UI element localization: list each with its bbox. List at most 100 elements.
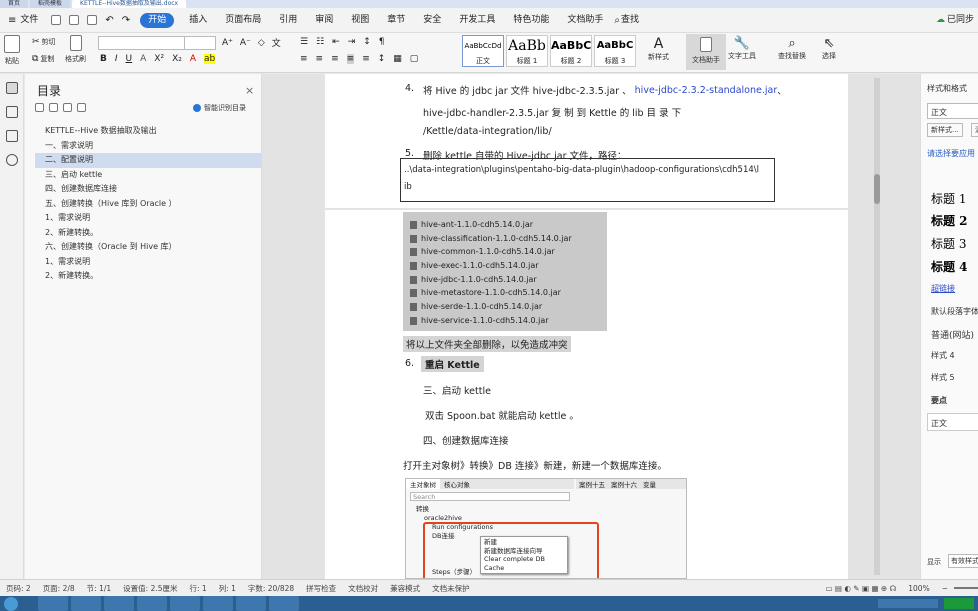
show-marks-icon[interactable]: ¶ [379, 37, 385, 47]
number-list-icon[interactable]: ☷ [316, 37, 324, 47]
align-left-icon[interactable]: ≡ [300, 54, 308, 64]
quick-print-icon[interactable] [69, 15, 80, 25]
clock-icon[interactable] [944, 598, 974, 609]
taskbar-app-icon[interactable] [236, 596, 266, 611]
taskbar-app-icon[interactable] [104, 596, 134, 611]
menu-icon[interactable]: ≡ [0, 15, 20, 26]
new-style-pane-button[interactable]: 新样式... [927, 123, 963, 137]
show-style-select[interactable]: 有效样式 [948, 554, 978, 568]
indent-icon[interactable]: ⇥ [348, 37, 356, 47]
shading-icon[interactable]: ▦ [393, 54, 402, 64]
toc-item[interactable]: 一、需求说明 [25, 139, 262, 154]
menu-reference[interactable]: 引用 [270, 8, 306, 33]
toc-item[interactable]: 五、创建转换（Hive 库到 Oracle ） [25, 197, 262, 212]
align-right-icon[interactable]: ≡ [331, 54, 339, 64]
collapse-icon[interactable] [35, 103, 44, 112]
find-panel-icon[interactable] [6, 154, 18, 166]
quick-save-icon[interactable] [51, 15, 62, 25]
menu-search[interactable]: 查找 [620, 8, 648, 33]
style-item-5[interactable]: 样式 5 [931, 372, 955, 383]
style-item-h4[interactable]: 标题 4 [931, 258, 968, 275]
style-item-key[interactable]: 要点 [931, 395, 947, 406]
quick-preview-icon[interactable] [87, 15, 98, 25]
expand-icon[interactable] [49, 103, 58, 112]
smart-toc-button[interactable]: 智能识别目录 [193, 103, 246, 113]
style-heading1[interactable]: AaBb 标题 1 [506, 35, 548, 67]
style-item-h2[interactable]: 标题 2 [931, 212, 968, 229]
menu-layout[interactable]: 页面布局 [216, 8, 270, 33]
toc-item[interactable]: 三、启动 kettle [25, 168, 262, 183]
find-replace-button[interactable]: ⌕ 查找替换 [778, 36, 806, 61]
toc-item[interactable]: 2、新建转换。 [25, 226, 262, 241]
menu-devtools[interactable]: 开发工具 [450, 8, 504, 33]
toc-item[interactable]: 二、配置说明 [35, 153, 262, 168]
toc-item[interactable]: 2、新建转换。 [25, 269, 262, 284]
menu-start[interactable]: 开始 [140, 12, 175, 28]
toc-item[interactable]: 1、需求说明 [25, 255, 262, 270]
style-item-default-font[interactable]: 默认段落字体 [931, 306, 978, 317]
underline-icon[interactable]: U [126, 54, 133, 64]
add-heading-icon[interactable] [63, 103, 72, 112]
remove-heading-icon[interactable] [77, 103, 86, 112]
taskbar-app-icon[interactable] [269, 596, 299, 611]
current-style-box[interactable]: 正文 [927, 103, 978, 119]
document-page[interactable]: 4. 将 Hive 的 jdbc jar 文件 hive-jdbc-2.3.5.… [325, 74, 848, 579]
taskbar-app-icon[interactable] [203, 596, 233, 611]
menu-insert[interactable]: 插入 [180, 8, 216, 33]
taskbar-app-icon[interactable] [71, 596, 101, 611]
taskbar-app-icon[interactable] [170, 596, 200, 611]
toc-panel-icon[interactable] [6, 82, 18, 94]
bookmark-panel-icon[interactable] [6, 130, 18, 142]
menu-review[interactable]: 审阅 [306, 8, 342, 33]
status-protection[interactable]: 文档未保护 [426, 583, 476, 594]
font-size-select[interactable] [184, 36, 216, 50]
italic-icon[interactable]: I [115, 54, 118, 64]
menu-features[interactable]: 特色功能 [504, 8, 558, 33]
redo-icon[interactable]: ↷ [122, 15, 130, 26]
toc-item[interactable]: 1、需求说明 [25, 211, 262, 226]
close-icon[interactable]: × [245, 84, 254, 97]
status-word-count[interactable]: 字数: 20/828 [242, 583, 300, 594]
sync-status[interactable]: 已同步 [945, 8, 978, 33]
zoom-out-icon[interactable]: − [936, 584, 954, 593]
tray-icons[interactable] [878, 599, 938, 608]
zoom-slider[interactable] [954, 587, 978, 589]
superscript-icon[interactable]: X² [154, 54, 164, 64]
clear-format-icon[interactable]: ◇ [258, 38, 265, 48]
style-item-body[interactable]: 正文 [927, 413, 978, 431]
subscript-icon[interactable]: X₂ [172, 54, 182, 64]
border-icon[interactable]: ▢ [410, 54, 419, 64]
style-item-hyperlink[interactable]: 超链接 [931, 283, 955, 294]
style-heading2[interactable]: AaBbC 标题 2 [550, 35, 592, 67]
strikethrough-icon[interactable]: A [140, 54, 146, 64]
menu-security[interactable]: 安全 [414, 8, 450, 33]
menu-file[interactable]: 文件 [20, 8, 47, 33]
start-orb-icon[interactable] [4, 596, 18, 611]
shrink-font-icon[interactable]: A⁻ [240, 38, 251, 48]
align-center-icon[interactable]: ≡ [316, 54, 324, 64]
pages-panel-icon[interactable] [6, 106, 18, 118]
paste-button[interactable]: 粘贴 [4, 35, 20, 66]
highlight-icon[interactable]: ab [204, 54, 216, 64]
new-style-button[interactable]: A 新样式 [648, 36, 669, 62]
doc-assistant-button[interactable]: 文档助手 [686, 34, 726, 70]
scroll-track[interactable] [874, 78, 880, 575]
pinyin-icon[interactable]: 文 [272, 36, 281, 49]
format-painter-button[interactable]: 格式刷 [65, 35, 86, 64]
select-button[interactable]: ⇖ 选择 [822, 36, 836, 61]
style-item-normal-web[interactable]: 普通(网站) [931, 328, 974, 341]
justify-icon[interactable]: ≡ [346, 54, 355, 64]
status-spell-check[interactable]: 拼写检查 [300, 583, 342, 594]
view-mode-icons[interactable]: ▭ ▤ ◐ ✎ ▣ ▦ ⊕ ☊ [819, 584, 902, 593]
style-item-4[interactable]: 样式 4 [931, 350, 955, 361]
style-item-h1[interactable]: 标题 1 [931, 190, 966, 207]
scrollbar-thumb[interactable] [874, 174, 880, 204]
cut-button[interactable]: ✂ 剪切 [32, 37, 56, 47]
toc-item[interactable]: 四、创建数据库连接 [25, 182, 262, 197]
toc-item[interactable]: 六、创建转换（Oracle 到 Hive 库） [25, 240, 262, 255]
copy-button[interactable]: ⧉ 复制 [32, 54, 54, 64]
tab-document[interactable]: KETTLE--Hive数据抽取及输出.docx [72, 0, 187, 8]
menu-chapter[interactable]: 章节 [378, 8, 414, 33]
taskbar-app-icon[interactable] [137, 596, 167, 611]
outdent-icon[interactable]: ⇤ [332, 37, 340, 47]
